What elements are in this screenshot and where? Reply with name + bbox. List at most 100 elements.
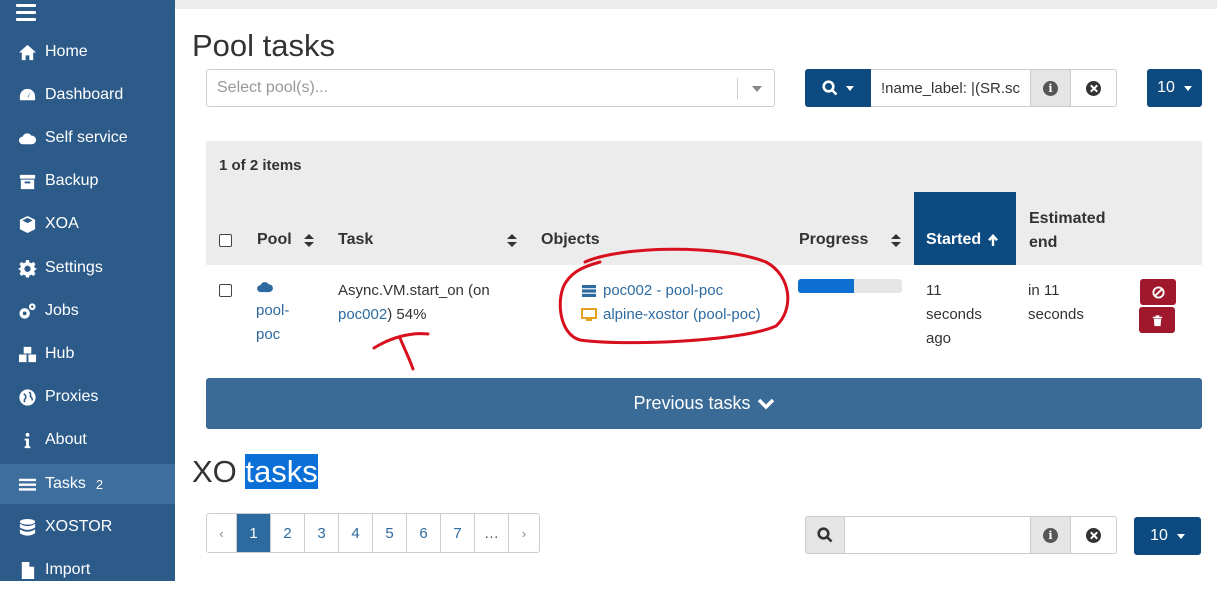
- previous-tasks-button[interactable]: Previous tasks: [206, 378, 1202, 429]
- row-checkbox[interactable]: [219, 284, 232, 297]
- page-ellipsis[interactable]: …: [475, 514, 509, 552]
- xo-page-size-button[interactable]: 10: [1134, 517, 1201, 555]
- pool-select-placeholder: Select pool(s)...: [217, 79, 329, 96]
- column-header-pool[interactable]: Pool: [257, 231, 292, 249]
- trash-icon: [1152, 314, 1162, 326]
- column-header-started[interactable]: Started: [914, 192, 1016, 265]
- started-line: 11: [926, 282, 942, 299]
- cloud-icon: [16, 127, 38, 149]
- sidebar-item-home[interactable]: Home: [0, 32, 175, 72]
- sidebar-item-settings[interactable]: Settings: [0, 248, 175, 288]
- sidebar-item-backup[interactable]: Backup: [0, 161, 175, 201]
- started-line: seconds: [926, 306, 982, 323]
- page-7[interactable]: 7: [441, 514, 475, 552]
- filter-clear-button[interactable]: [1071, 516, 1117, 554]
- column-header-objects: Objects: [541, 231, 600, 248]
- objects-cell: poc002 - pool-poc alpine-xostor (pool-po…: [581, 279, 761, 327]
- pool-select[interactable]: Select pool(s)...: [206, 69, 775, 107]
- caret-down-icon: [846, 85, 854, 91]
- sidebar-item-xoa[interactable]: XOA: [0, 204, 175, 244]
- search-icon: [822, 80, 838, 96]
- page-4[interactable]: 4: [339, 514, 373, 552]
- started-cell: 11 seconds ago: [926, 279, 982, 351]
- sort-icon[interactable]: [891, 234, 901, 248]
- top-strip: [175, 0, 1217, 9]
- filter-dropdown-button[interactable]: [805, 69, 871, 107]
- sort-icon[interactable]: [304, 234, 314, 248]
- xo-filter-group: i: [805, 516, 1117, 554]
- page-5[interactable]: 5: [373, 514, 407, 552]
- sidebar-item-jobs[interactable]: Jobs: [0, 291, 175, 331]
- sidebar-item-label: Dashboard: [45, 86, 124, 103]
- info-circle-icon: i: [1043, 527, 1058, 543]
- sidebar-item-label: Settings: [45, 259, 103, 276]
- page-2[interactable]: 2: [271, 514, 305, 552]
- estimated-end-cell: in 11 seconds: [1028, 279, 1084, 327]
- column-header-progress[interactable]: Progress: [799, 231, 868, 249]
- arrow-up-icon: [988, 234, 999, 246]
- filter-help-button[interactable]: i: [1031, 516, 1071, 554]
- filter-clear-button[interactable]: [1071, 69, 1117, 107]
- sidebar-item-label: Import: [45, 561, 91, 578]
- annotation-arrow: [372, 332, 430, 371]
- page-size-button[interactable]: 10: [1147, 69, 1202, 107]
- page-title: Pool tasks: [192, 28, 336, 63]
- page-size-label: 10: [1157, 79, 1175, 96]
- caret-down-icon: [1183, 85, 1192, 91]
- sidebar-item-proxies[interactable]: Proxies: [0, 377, 175, 417]
- page-next[interactable]: ›: [509, 514, 539, 552]
- column-header-estimated-end[interactable]: Estimated end: [1029, 207, 1105, 255]
- sidebar-item-xostor[interactable]: XOSTOR: [0, 507, 175, 547]
- object-vm[interactable]: alpine-xostor (pool-poc): [581, 303, 761, 327]
- end-line: in 11: [1028, 282, 1060, 299]
- filter-help-button[interactable]: i: [1031, 69, 1071, 107]
- xo-filter-input[interactable]: [845, 516, 1031, 554]
- home-icon: [16, 41, 38, 63]
- sidebar-item-dashboard[interactable]: Dashboard: [0, 75, 175, 115]
- pool-link-line: poc: [256, 326, 281, 343]
- pool-link-line: pool-: [256, 302, 290, 319]
- cancel-task-button[interactable]: [1140, 279, 1176, 305]
- menu-toggle-icon[interactable]: [16, 4, 36, 21]
- destroy-task-button[interactable]: [1139, 307, 1175, 333]
- clear-circle-icon: [1086, 80, 1101, 96]
- chevron-down-icon: [757, 398, 774, 409]
- pool-link[interactable]: pool-poc: [256, 299, 306, 347]
- object-vm-label: alpine-xostor (pool-poc): [603, 306, 761, 323]
- ban-icon: [1151, 285, 1165, 299]
- cube-icon: [16, 213, 38, 235]
- cubes-icon: [16, 343, 38, 365]
- sidebar-item-hub[interactable]: Hub: [0, 334, 175, 374]
- page-1[interactable]: 1: [237, 514, 271, 552]
- sidebar-item-label: Backup: [45, 172, 99, 189]
- info-circle-icon: i: [1043, 80, 1058, 96]
- filter-input[interactable]: [871, 69, 1031, 107]
- page-6[interactable]: 6: [407, 514, 441, 552]
- pagination: ‹ 1 2 3 4 5 6 7 … ›: [206, 513, 540, 553]
- sidebar-item-label: XOSTOR: [45, 518, 113, 535]
- xo-tasks-title: XO tasks: [192, 454, 318, 490]
- sidebar-item-import[interactable]: Import: [0, 550, 175, 590]
- gears-icon: [16, 300, 38, 322]
- globe-icon: [16, 386, 38, 408]
- column-header-task[interactable]: Task: [338, 231, 373, 249]
- caret-down-icon: [1176, 533, 1185, 539]
- object-host[interactable]: poc002 - pool-poc: [581, 279, 761, 303]
- xo-title-highlight: tasks: [245, 454, 318, 489]
- sidebar-item-label: Proxies: [45, 388, 99, 405]
- sidebar-item-tasks[interactable]: Tasks 2: [0, 464, 175, 504]
- sidebar: Home Dashboard Self service Backup XOA S…: [0, 0, 175, 581]
- tasks-icon: [16, 473, 38, 495]
- chevron-down-icon[interactable]: [752, 86, 762, 92]
- archive-icon: [16, 170, 38, 192]
- host-link[interactable]: poc002: [338, 306, 387, 323]
- sort-icon[interactable]: [507, 234, 517, 248]
- page-3[interactable]: 3: [305, 514, 339, 552]
- sidebar-item-label: XOA: [45, 215, 79, 232]
- server-icon: [582, 285, 596, 297]
- page-prev[interactable]: ‹: [207, 514, 237, 552]
- sidebar-item-about[interactable]: About: [0, 420, 175, 460]
- header-line: Estimated: [1029, 210, 1106, 227]
- sidebar-item-self-service[interactable]: Self service: [0, 118, 175, 158]
- select-all-checkbox[interactable]: [219, 234, 232, 247]
